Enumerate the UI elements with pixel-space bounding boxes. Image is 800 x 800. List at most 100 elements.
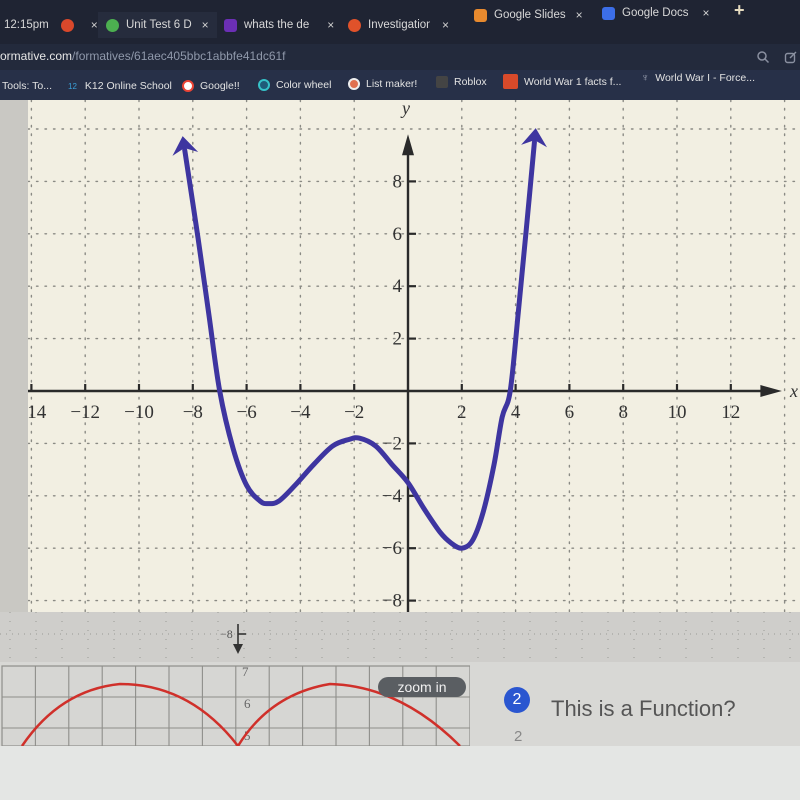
bookmark-label: Tools: To... <box>2 80 52 92</box>
y-tick-label: −6 <box>382 538 402 559</box>
tab-recording[interactable]: 12:15pm × <box>4 12 98 38</box>
k12-icon: 12 <box>68 81 77 91</box>
bookmark-label: Color wheel <box>276 79 332 91</box>
x-axis-right-arrow-icon <box>760 385 782 397</box>
roblox-icon <box>436 76 448 88</box>
bookmark-tools[interactable]: Tools: To... <box>2 80 52 92</box>
docs-icon <box>602 6 615 20</box>
zoom-magnifier-icon[interactable] <box>756 50 770 64</box>
underlying-page-edge <box>0 100 30 620</box>
x-tick-label: −2 <box>344 402 364 423</box>
screen: 12:15pm × Unit Test 6 D × whats the de ×… <box>0 0 800 800</box>
url-path: /formatives/61aec405bbc1abbfe41dc61f <box>72 49 286 63</box>
question-text: This is a Function? <box>551 696 736 721</box>
bookmark-label: World War 1 facts f... <box>524 75 622 88</box>
page-bottom <box>0 746 800 800</box>
ww1-facts-icon <box>503 74 518 89</box>
tab-investigation[interactable]: Investigation × <box>348 12 449 38</box>
close-icon[interactable]: × <box>442 18 449 32</box>
y-tick-label: −2 <box>382 433 402 454</box>
y-tick-label: 6 <box>393 224 403 245</box>
underlying-tick-label: −8 <box>220 627 233 641</box>
y-tick-label: 4 <box>393 276 403 297</box>
record-icon <box>60 18 74 32</box>
x-tick-label: −8 <box>183 402 203 423</box>
tab-google-slides[interactable]: Google Slides × <box>474 2 583 28</box>
underlying-grid <box>0 612 800 662</box>
x-tick-label: −12 <box>70 402 100 423</box>
y-tick-label: −8 <box>382 591 402 612</box>
tab-label: Google Slides <box>494 9 566 21</box>
x-tick-label: 4 <box>511 402 521 423</box>
url-field[interactable]: ormative.com/formatives/61aec405bbc1abbf… <box>0 49 286 63</box>
x-tick-label: 6 <box>565 402 575 423</box>
x-tick-label: −10 <box>124 402 154 423</box>
y-axis-label: y <box>400 100 410 118</box>
x-tick-label: 2 <box>457 402 467 423</box>
check-shield-icon <box>106 18 119 32</box>
ww1-force-icon: ♆ <box>641 72 650 84</box>
bookmarks-bar: Tools: To... 12 K12 Online School Google… <box>0 70 800 100</box>
slides-icon <box>474 8 487 22</box>
y-tick-label: 8 <box>393 171 403 192</box>
grid-lines <box>27 99 800 654</box>
x-tick-label: −14 <box>28 402 47 423</box>
question-number-badge: 2 <box>504 687 530 713</box>
x-tick-label: −6 <box>236 402 256 423</box>
zoom-in-button[interactable]: zoom in <box>378 677 466 697</box>
bookmark-label: Google!! <box>200 80 240 92</box>
bookmark-label: Roblox <box>454 76 487 88</box>
bookmark-ww1-force[interactable]: ♆ World War I - Force... <box>641 72 755 84</box>
tab-yahoo[interactable]: whats the de × <box>224 12 334 38</box>
bookmark-roblox[interactable]: Roblox <box>436 76 487 88</box>
x-tick-label: 10 <box>668 402 687 423</box>
google-icon <box>182 80 194 92</box>
tab-label: Google Docs <box>622 7 689 19</box>
bookmark-color-wheel[interactable]: Color wheel <box>258 79 331 91</box>
tab-label: Unit Test 6 D <box>126 19 192 31</box>
share-icon[interactable] <box>784 50 798 64</box>
tab-label: 12:15pm <box>4 19 49 31</box>
tab-google-docs[interactable]: Google Docs × <box>602 0 710 26</box>
close-icon[interactable]: × <box>576 8 583 22</box>
new-tab-button[interactable]: + <box>734 0 745 21</box>
close-icon[interactable]: × <box>327 18 334 32</box>
x-axis-label: x <box>789 381 798 401</box>
mini-y-tick-7: 7 <box>242 664 249 679</box>
close-icon[interactable]: × <box>202 18 209 32</box>
tab-label: whats the de <box>244 19 310 31</box>
close-icon[interactable]: × <box>91 18 98 32</box>
bookmark-label: K12 Online School <box>84 80 172 92</box>
address-bar[interactable]: ormative.com/formatives/61aec405bbc1abbf… <box>0 44 800 70</box>
bookmark-list-maker[interactable]: List maker! <box>348 78 417 90</box>
y-tick-label: 2 <box>393 329 403 350</box>
bookmark-google[interactable]: Google!! <box>182 80 240 92</box>
bookmark-label: List maker! <box>366 78 418 90</box>
yahoo-icon <box>224 18 237 32</box>
tick-labels: x y −14 −12 −10 −8 −6 −4 −2 2 4 6 8 10 12 8 6 4 2 −2 −4 −6 −8 <box>17 98 798 612</box>
bookmark-label: World War I - Force... <box>655 72 756 84</box>
x-tick-label: 8 <box>618 402 628 423</box>
underlying-graph-strip: −8 <box>0 612 800 662</box>
tab-label: Investigation <box>368 19 430 31</box>
function-curve <box>182 139 537 551</box>
b-logo-icon <box>348 18 361 32</box>
tab-unit-test[interactable]: Unit Test 6 D × <box>98 12 217 38</box>
tab-bar: 12:15pm × Unit Test 6 D × whats the de ×… <box>0 0 800 44</box>
url-host: ormative.com <box>0 49 73 63</box>
x-tick-label: 12 <box>721 402 740 423</box>
color-wheel-icon <box>258 79 270 91</box>
underlying-axis-arrow-icon <box>233 644 243 654</box>
close-icon[interactable]: × <box>702 6 709 20</box>
y-tick-label: −4 <box>382 486 403 507</box>
y-axis-up-arrow-icon <box>402 134 414 156</box>
function-graph: x y −14 −12 −10 −8 −6 −4 −2 2 4 6 8 10 12 8 6 4 2 −2 −4 −6 −8 <box>0 98 800 654</box>
bookmark-ww1-facts[interactable]: World War 1 facts f... <box>503 74 621 89</box>
list-maker-icon <box>348 78 360 90</box>
graph-image: x y −14 −12 −10 −8 −6 −4 −2 2 4 6 8 10 12 8 6 4 2 −2 −4 −6 −8 <box>0 98 800 654</box>
question-subtext: 2 <box>514 728 523 745</box>
bookmark-k12[interactable]: 12 K12 Online School <box>68 80 172 92</box>
axes <box>0 134 782 635</box>
mini-y-tick-6: 6 <box>244 696 251 711</box>
x-tick-label: −4 <box>290 402 311 423</box>
